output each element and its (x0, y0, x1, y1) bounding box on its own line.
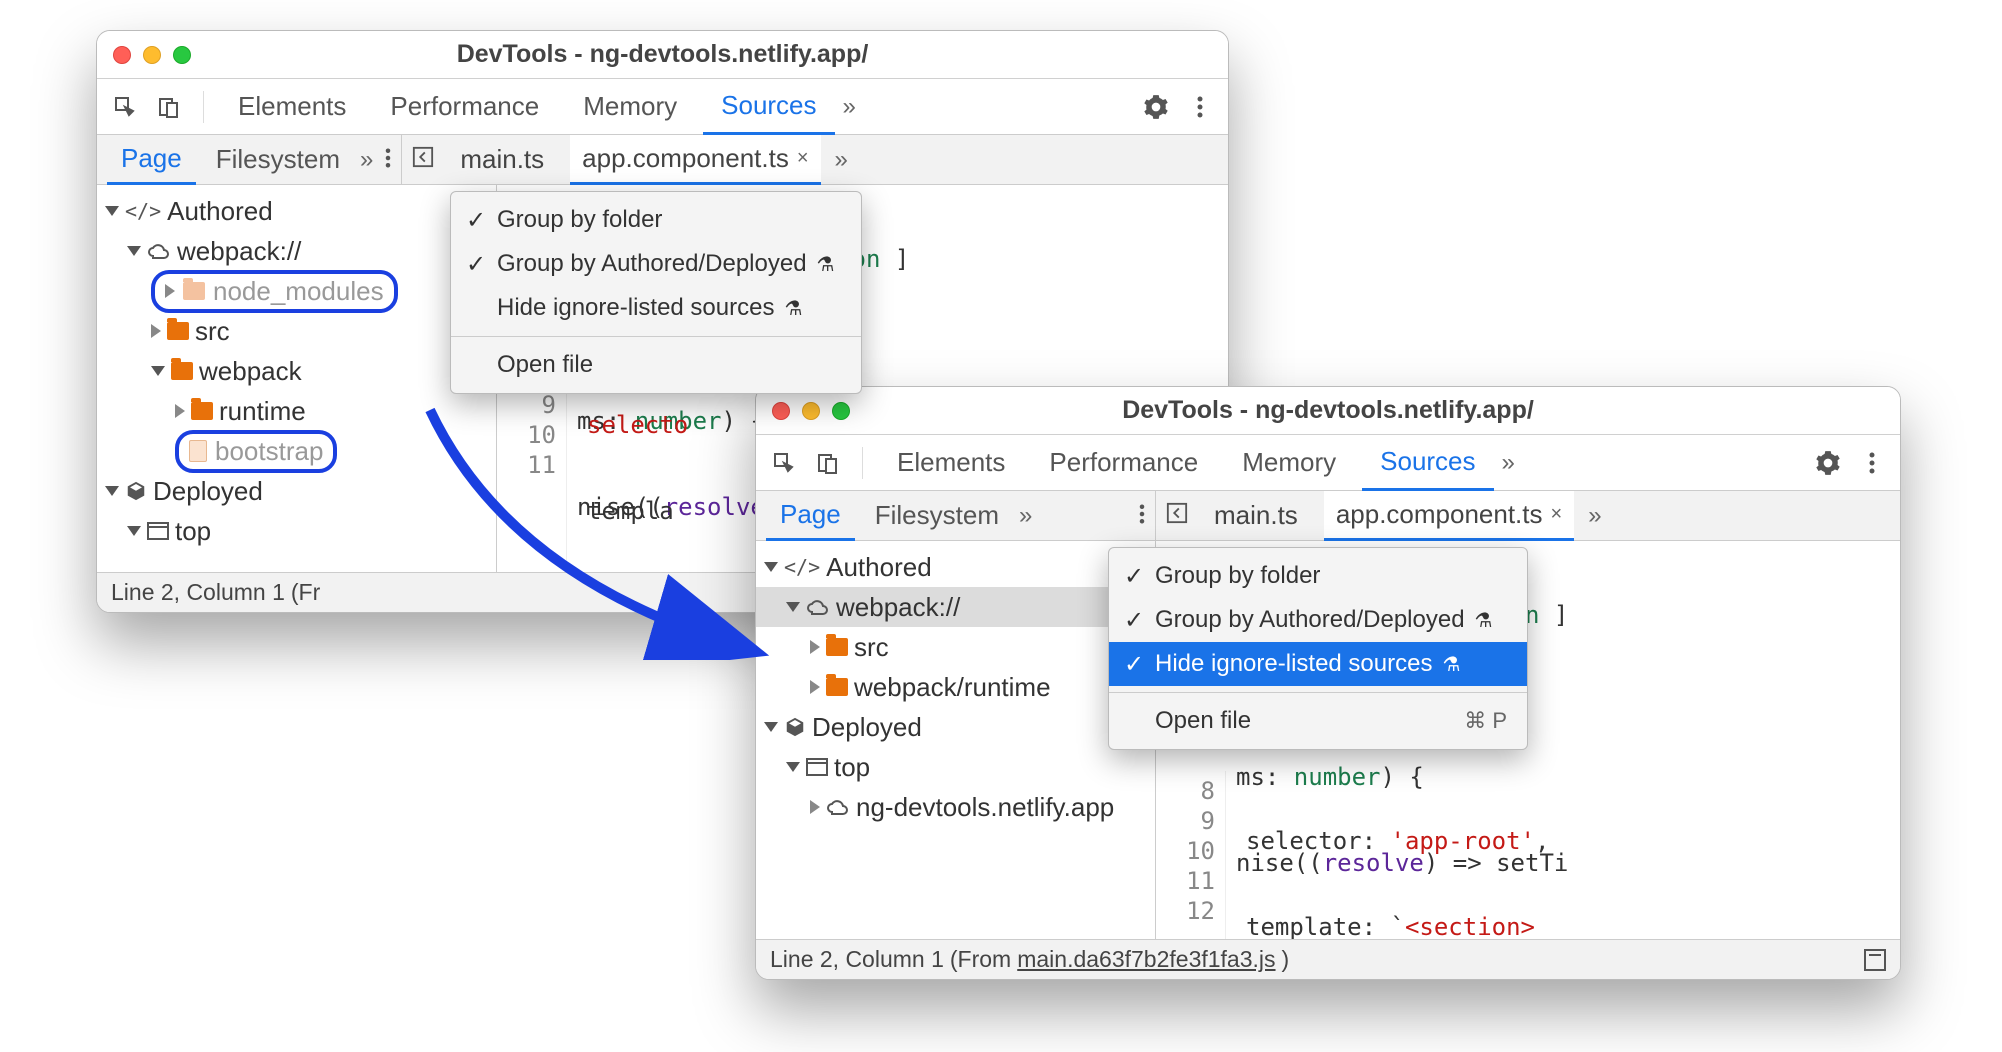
menu-group-by-folder[interactable]: ✓Group by folder (1109, 554, 1527, 598)
folder-icon (167, 322, 189, 340)
cursor-position: Line 2, Column 1 (770, 946, 944, 973)
main-tabbar: Elements Performance Memory Sources » (756, 435, 1900, 491)
folder-icon (826, 678, 848, 696)
tree-webpack-folder[interactable]: webpack (97, 351, 496, 391)
tree-authored[interactable]: </>Authored (97, 191, 496, 231)
main-tabbar: Elements Performance Memory Sources » (97, 79, 1228, 135)
kebab-menu-icon[interactable] (1182, 89, 1218, 125)
titlebar: DevTools - ng-devtools.netlify.app/ (97, 31, 1228, 79)
tab-sources[interactable]: Sources (703, 79, 834, 135)
device-toolbar-icon[interactable] (151, 89, 187, 125)
sources-subtabbar: Page Filesystem » main.ts app.component.… (97, 135, 1228, 185)
cube-icon (784, 716, 806, 738)
cloud-icon (806, 598, 830, 616)
tree-top[interactable]: top (97, 511, 496, 551)
filetab-main[interactable]: main.ts (448, 135, 556, 185)
flask-icon: ⚗ (1442, 652, 1460, 677)
tab-memory[interactable]: Memory (1224, 435, 1354, 491)
settings-icon[interactable] (1138, 89, 1174, 125)
menu-group-by-authored[interactable]: ✓Group by Authored/Deployed⚗ (451, 242, 861, 286)
menu-group-by-authored[interactable]: ✓Group by Authored/Deployed⚗ (1109, 598, 1527, 642)
subtab-filesystem[interactable]: Filesystem (861, 491, 1013, 541)
menu-hide-ignore-listed[interactable]: Hide ignore-listed sources⚗ (451, 286, 861, 330)
window-icon (806, 758, 828, 776)
tree-authored[interactable]: </>Authored (756, 547, 1155, 587)
folder-icon (826, 638, 848, 656)
tree-domain[interactable]: ng-devtools.netlify.app (756, 787, 1155, 827)
more-filetabs-icon[interactable]: » (835, 146, 848, 174)
tree-webpack-root[interactable]: webpack:// (756, 587, 1155, 627)
tab-sources[interactable]: Sources (1362, 435, 1493, 491)
subtab-page[interactable]: Page (766, 491, 855, 541)
tree-src[interactable]: src (97, 311, 496, 351)
file-tree: </>Authored webpack:// src webpack/runti… (756, 541, 1156, 939)
menu-hide-ignore-listed[interactable]: ✓Hide ignore-listed sources⚗ (1109, 642, 1527, 686)
filetab-appcomponent[interactable]: app.component.ts × (570, 135, 820, 185)
titlebar: DevTools - ng-devtools.netlify.app/ (756, 387, 1900, 435)
close-icon[interactable]: × (797, 147, 809, 170)
folder-icon (191, 402, 213, 420)
kebab-menu-icon[interactable] (385, 144, 391, 175)
tab-elements[interactable]: Elements (220, 79, 364, 135)
tree-webpack-root[interactable]: webpack:// (97, 231, 496, 271)
settings-icon[interactable] (1810, 445, 1846, 481)
folder-icon (183, 282, 205, 300)
file-icon (189, 440, 207, 462)
tab-elements[interactable]: Elements (879, 435, 1023, 491)
tree-runtime[interactable]: runtime (97, 391, 496, 431)
inspect-icon[interactable] (766, 445, 802, 481)
menu-group-by-folder[interactable]: ✓Group by folder (451, 198, 861, 242)
tree-deployed[interactable]: Deployed (756, 707, 1155, 747)
device-toolbar-icon[interactable] (810, 445, 846, 481)
more-tabs-icon[interactable]: » (843, 93, 856, 121)
cloud-icon (826, 798, 850, 816)
subtab-page[interactable]: Page (107, 135, 196, 185)
nav-back-icon[interactable] (1166, 500, 1188, 531)
window-title: DevTools - ng-devtools.netlify.app/ (756, 396, 1900, 425)
tree-node-modules[interactable]: node_modules (97, 271, 496, 311)
inspect-icon[interactable] (107, 89, 143, 125)
menu-open-file[interactable]: Open file (451, 343, 861, 387)
kebab-menu-icon[interactable] (1139, 500, 1145, 531)
cube-icon (125, 480, 147, 502)
cursor-position: Line 2, Column 1 (111, 579, 285, 606)
filetab-main[interactable]: main.ts (1202, 491, 1310, 541)
tab-performance[interactable]: Performance (1031, 435, 1216, 491)
subtab-filesystem[interactable]: Filesystem (202, 135, 354, 185)
more-tabs-icon[interactable]: » (1502, 449, 1515, 477)
window-icon (147, 522, 169, 540)
file-tree: </>Authored webpack:// node_modules src … (97, 185, 497, 572)
source-map-link[interactable]: main.da63f7b2fe3f1fa3.js (1017, 946, 1275, 973)
shortcut-label: ⌘ P (1464, 708, 1507, 734)
context-menu: ✓Group by folder ✓Group by Authored/Depl… (450, 191, 862, 394)
tree-deployed[interactable]: Deployed (97, 471, 496, 511)
sources-subtabbar: Page Filesystem » main.ts app.component.… (756, 491, 1900, 541)
tree-top[interactable]: top (756, 747, 1155, 787)
tab-memory[interactable]: Memory (565, 79, 695, 135)
cloud-icon (147, 242, 171, 260)
tree-bootstrap[interactable]: bootstrap (97, 431, 496, 471)
tab-performance[interactable]: Performance (372, 79, 557, 135)
more-subtabs-icon[interactable]: » (1019, 502, 1032, 530)
close-icon[interactable]: × (1551, 503, 1563, 526)
window-title: DevTools - ng-devtools.netlify.app/ (97, 40, 1228, 69)
tree-src[interactable]: src (756, 627, 1155, 667)
devtools-window-after: DevTools - ng-devtools.netlify.app/ Elem… (755, 386, 1901, 980)
nav-back-icon[interactable] (412, 144, 434, 175)
flask-icon: ⚗ (784, 296, 802, 321)
menu-open-file[interactable]: Open file⌘ P (1109, 699, 1527, 743)
kebab-menu-icon[interactable] (1854, 445, 1890, 481)
more-filetabs-icon[interactable]: » (1588, 502, 1601, 530)
flask-icon: ⚗ (817, 252, 835, 277)
filetab-appcomponent[interactable]: app.component.ts × (1324, 491, 1574, 541)
tree-webpack-runtime[interactable]: webpack/runtime (756, 667, 1155, 707)
more-subtabs-icon[interactable]: » (360, 146, 373, 174)
folder-icon (171, 362, 193, 380)
context-menu: ✓Group by folder ✓Group by Authored/Depl… (1108, 547, 1528, 750)
drawer-toggle-icon[interactable] (1864, 949, 1886, 971)
flask-icon: ⚗ (1475, 608, 1493, 633)
statusbar: Line 2, Column 1 (From main.da63f7b2fe3f… (756, 939, 1900, 979)
